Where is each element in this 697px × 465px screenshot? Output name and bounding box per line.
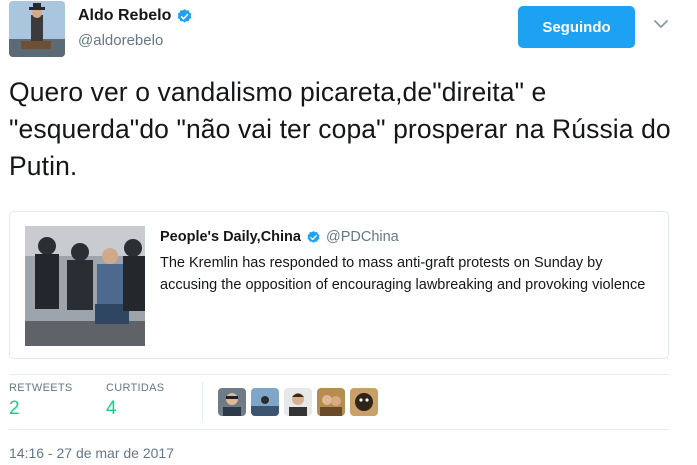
- avatar[interactable]: [9, 1, 65, 57]
- quoted-author-handle: @PDChina: [325, 229, 399, 245]
- retweets-stat[interactable]: RETWEETS 2: [9, 382, 73, 420]
- liker-avatar[interactable]: [317, 388, 345, 416]
- tweet-timestamp[interactable]: 14:16 - 27 de mar de 2017: [9, 445, 174, 461]
- divider: [202, 382, 203, 422]
- likes-stat[interactable]: CURTIDAS 4: [106, 382, 164, 420]
- chevron-down-icon[interactable]: [651, 14, 671, 34]
- verified-badge-icon: [307, 230, 320, 243]
- liker-avatar[interactable]: [284, 388, 312, 416]
- quoted-author-name: People's Daily,China: [160, 229, 301, 245]
- quoted-tweet-header: People's Daily,China @PDChina: [160, 229, 399, 245]
- quoted-tweet-card[interactable]: People's Daily,China @PDChina The Kremli…: [9, 211, 669, 359]
- retweets-label: RETWEETS: [9, 382, 73, 394]
- verified-badge-icon: [178, 8, 192, 23]
- retweets-count: 2: [9, 398, 20, 419]
- quoted-tweet-text: The Kremlin has responded to mass anti-g…: [160, 255, 646, 293]
- liker-avatars: [218, 388, 378, 416]
- tweet-text: Quero ver o vandalismo picareta,de"direi…: [9, 77, 671, 181]
- following-button[interactable]: Seguindo: [518, 6, 635, 48]
- author-name-row[interactable]: Aldo Rebelo: [78, 7, 193, 25]
- divider: [9, 429, 669, 430]
- likes-label: CURTIDAS: [106, 382, 165, 394]
- author-name[interactable]: Aldo Rebelo: [78, 7, 171, 25]
- likes-count: 4: [106, 398, 117, 419]
- avatar-photo: [9, 1, 65, 57]
- liker-avatar[interactable]: [218, 388, 246, 416]
- divider: [9, 374, 669, 375]
- liker-avatar[interactable]: [350, 388, 378, 416]
- liker-avatar[interactable]: [251, 388, 279, 416]
- author-handle[interactable]: @aldorebelo: [78, 32, 163, 49]
- quoted-tweet-image: [25, 226, 145, 346]
